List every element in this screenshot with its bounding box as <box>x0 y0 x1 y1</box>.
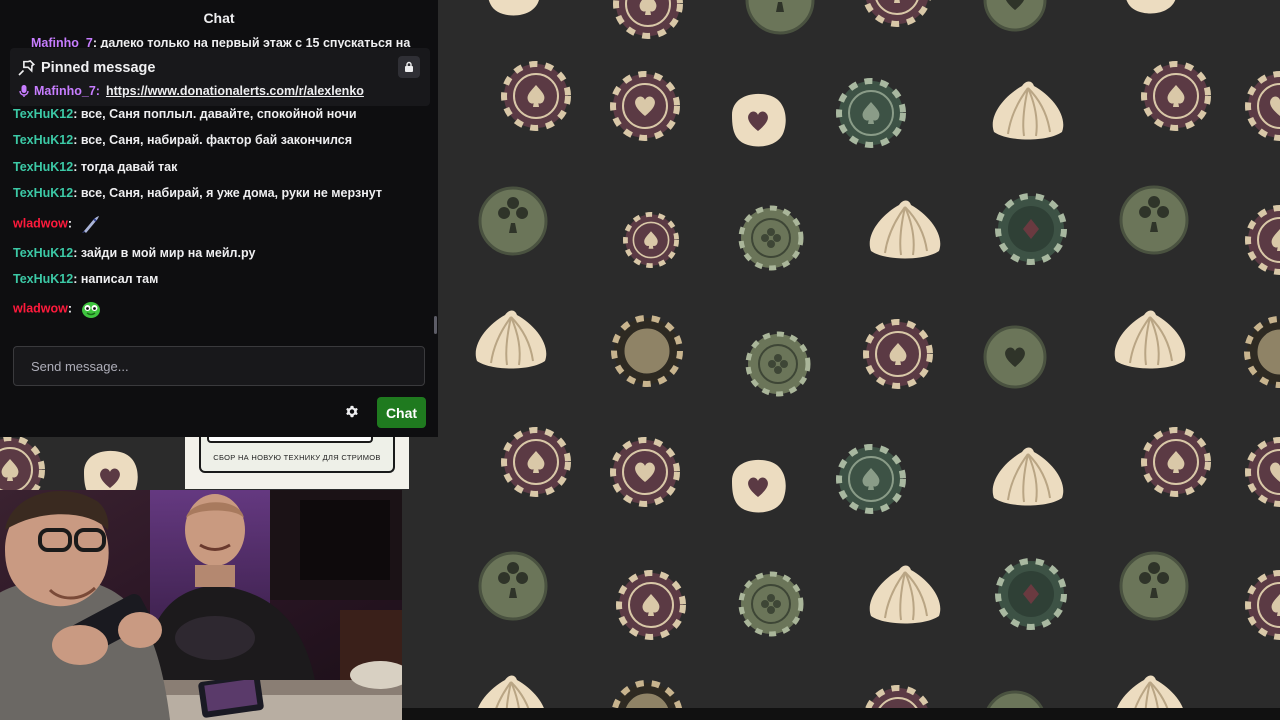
chat-message: wladwow: <box>13 213 102 235</box>
chat-message: wladwow: <box>13 298 102 320</box>
chat-username[interactable]: wladwow <box>13 301 68 315</box>
webcam-video <box>0 490 402 720</box>
donation-goal-widget: СБОР НА НОВУЮ ТЕХНИКУ ДЛЯ СТРИМОВ <box>185 437 409 489</box>
send-message-input[interactable]: Send message... <box>13 346 425 386</box>
chat-message: TexHuK12: зайди в мой мир на мейл.ру <box>13 246 255 260</box>
microphone-icon <box>19 85 29 97</box>
chat-message: TexHuK12: все, Саня, набирай. фактор бай… <box>13 133 352 147</box>
chat-message-text: : все, Саня, набирай, я уже дома, руки н… <box>73 186 382 200</box>
chat-username[interactable]: wladwow <box>13 216 68 230</box>
lock-icon <box>405 61 413 72</box>
chat-title: Chat <box>203 10 235 26</box>
chat-panel: Chat Mafinho_7: далеко только на первый … <box>0 0 438 437</box>
chat-settings-button[interactable] <box>342 402 362 422</box>
pinned-message-title: Pinned message <box>41 60 156 76</box>
chat-message-text: : все, Саня, набирай. фактор бай закончи… <box>73 133 353 147</box>
chat-message: TexHuK12: написал там <box>13 272 158 286</box>
chat-username[interactable]: TexHuK12 <box>13 186 73 200</box>
green-monster-emote[interactable] <box>80 298 102 320</box>
pinned-message: Pinned message Mafinho_7: https://www.don… <box>10 48 430 106</box>
send-chat-button[interactable]: Chat <box>377 397 426 428</box>
chat-scrollbar[interactable] <box>434 316 437 334</box>
chat-username[interactable]: TexHuK12 <box>13 107 73 121</box>
chat-username[interactable]: TexHuK12 <box>13 246 73 260</box>
chat-message-text: : <box>67 301 73 316</box>
send-message-placeholder: Send message... <box>31 358 129 374</box>
chat-username[interactable]: TexHuK12 <box>13 160 73 174</box>
chat-message-text: : написал там <box>73 272 159 286</box>
donation-goal-text: СБОР НА НОВУЮ ТЕХНИКУ ДЛЯ СТРИМОВ <box>213 453 381 462</box>
chat-message-text: : тогда давай так <box>73 160 178 174</box>
settings-icon <box>346 405 358 418</box>
chat-message: TexHuK12: все, Саня поплыл. давайте, спо… <box>13 107 357 121</box>
rocket-emote[interactable] <box>80 213 102 235</box>
chat-message-text: : зайди в мой мир на мейл.ру <box>73 246 256 260</box>
unpin-button[interactable] <box>398 56 420 78</box>
chat-message: TexHuK12: тогда давай так <box>13 160 177 174</box>
chat-message-text: : <box>67 216 73 231</box>
donation-progress-bar <box>207 437 373 443</box>
pinned-username[interactable]: Mafinho_7: <box>34 84 100 98</box>
chat-username[interactable]: TexHuK12 <box>13 133 73 147</box>
bottom-strip <box>402 708 1280 720</box>
chat-message-text: : все, Саня поплыл. давайте, спокойной н… <box>73 107 357 121</box>
chat-header: Chat <box>0 0 438 36</box>
chat-message: TexHuK12: все, Саня, набирай, я уже дома… <box>13 186 382 200</box>
pinned-link[interactable]: https://www.donationalerts.com/r/alexlen… <box>106 84 364 98</box>
chat-username[interactable]: TexHuK12 <box>13 272 73 286</box>
send-chat-label: Chat <box>385 404 418 421</box>
pin-icon <box>18 60 36 76</box>
